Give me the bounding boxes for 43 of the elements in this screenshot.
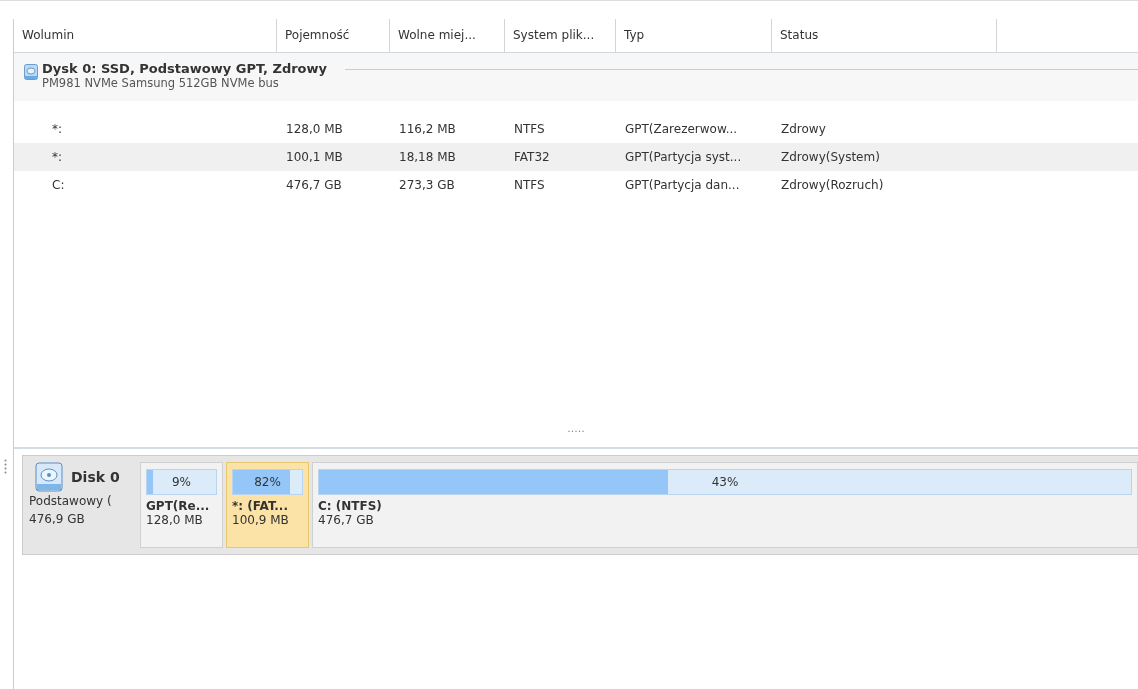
table-cell-text: NTFS: [513, 178, 546, 192]
column-header[interactable]: Pojemność: [277, 19, 390, 52]
table-cell-text: *:: [51, 122, 64, 136]
table-cell-text: NTFS: [513, 122, 546, 136]
table-cell-text: 476,7 GB: [285, 178, 343, 192]
disk-model: PM981 NVMe Samsung 512GB NVMe bus: [42, 76, 280, 90]
disk-size: 476,9 GB: [29, 511, 86, 528]
table-cell-text: 100,1 MB: [285, 150, 344, 164]
table-cell-text: Zdrowy(Rozruch): [780, 178, 885, 192]
table-cell-text: 128,0 MB: [285, 122, 344, 136]
table-cell-text: GPT(Zarezerwow...: [624, 122, 739, 136]
column-header[interactable]: Status: [772, 19, 997, 52]
partition-block[interactable]: 9% GPT(Re... 128,0 MB: [140, 462, 223, 548]
partition-size: 128,0 MB: [146, 513, 204, 527]
table-cell-text: 273,3 GB: [398, 178, 456, 192]
table-cell-text: 18,18 MB: [398, 150, 457, 164]
partition-block[interactable]: 43% C: (NTFS) 476,7 GB: [312, 462, 1138, 548]
disk-group-title: Dysk 0: SSD, Podstawowy GPT, Zdrowy: [42, 61, 328, 76]
table-cell-text: 116,2 MB: [398, 122, 457, 136]
table-cell-text: *:: [51, 150, 64, 164]
column-header[interactable]: Typ: [616, 19, 772, 52]
usage-percent: 9%: [171, 475, 191, 489]
partition-block[interactable]: 82% *: (FAT... 100,9 MB: [226, 462, 309, 548]
table-cell-text: Zdrowy: [780, 122, 827, 136]
usage-percent: 43%: [711, 475, 739, 489]
partition-size: 100,9 MB: [232, 513, 290, 527]
column-header[interactable]: Wolne miej...: [390, 19, 505, 52]
disk-name: Disk 0: [71, 469, 120, 485]
disk-type: Podstawowy (: [29, 493, 113, 510]
table-cell-text: GPT(Partycja syst...: [624, 150, 743, 164]
table-cell-text: GPT(Partycja dan...: [624, 178, 741, 192]
splitter-grip-icon[interactable]: [4, 459, 7, 475]
partition-name: GPT(Re...: [146, 499, 211, 513]
partition-name: *: (FAT...: [232, 499, 289, 513]
usage-percent: 82%: [254, 475, 281, 489]
column-header[interactable]: System plik...: [505, 19, 616, 52]
splitter-handle[interactable]: .....: [567, 422, 585, 435]
column-header[interactable]: Wolumin: [14, 19, 277, 52]
partition-name: C: (NTFS): [318, 499, 383, 513]
table-cell-text: C:: [51, 178, 66, 192]
partition-size: 476,7 GB: [318, 513, 375, 527]
table-cell-text: FAT32: [513, 150, 551, 164]
table-cell-text: Zdrowy(System): [780, 150, 881, 164]
